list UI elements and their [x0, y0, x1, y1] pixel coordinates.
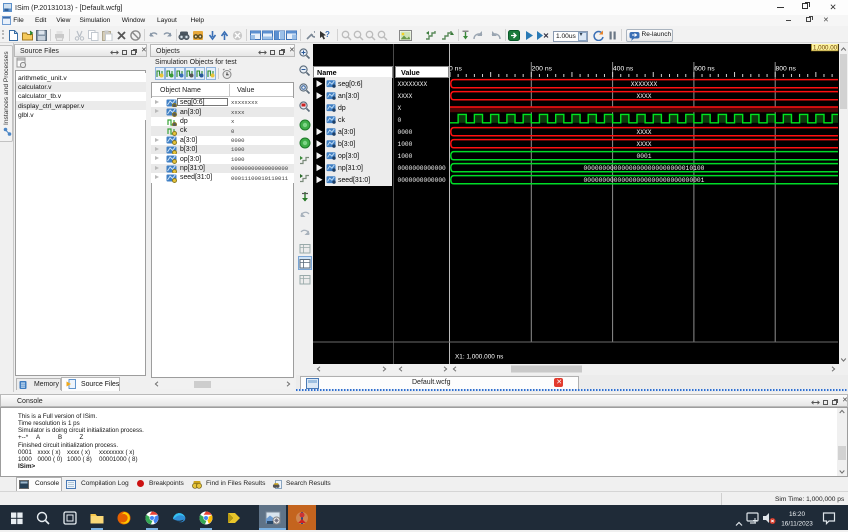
svg-text:0001: 0001	[636, 153, 651, 160]
svg-text:0: 0	[398, 117, 402, 124]
svg-text:XXXX: XXXX	[636, 141, 651, 148]
svg-text:16/11/2023: 16/11/2023	[781, 521, 813, 528]
svg-text:000000000000000000000000000000: 00000000000000000000000000000001	[584, 177, 705, 184]
svg-text:16:20: 16:20	[789, 511, 805, 518]
svg-text:800 ns: 800 ns	[776, 66, 797, 73]
svg-text:0000000000000: 0000000000000	[398, 177, 447, 184]
svg-text:Name: Name	[317, 68, 337, 77]
svg-text:0000000000000: 0000000000000	[398, 165, 447, 172]
svg-text:XXXX: XXXX	[636, 93, 651, 100]
svg-text:1,000.00: 1,000.00	[813, 44, 838, 51]
svg-text:np[31:0]: np[31:0]	[338, 165, 363, 172]
svg-text:XXXX: XXXX	[636, 129, 651, 136]
svg-text:XXXX: XXXX	[398, 93, 413, 100]
svg-text:1000: 1000	[398, 141, 413, 148]
svg-text:an[3:0]: an[3:0]	[338, 93, 359, 100]
svg-text:seed[31:0]: seed[31:0]	[338, 177, 370, 184]
svg-text:1000: 1000	[398, 153, 413, 160]
svg-text:Value: Value	[401, 68, 420, 77]
svg-text:b[3:0]: b[3:0]	[338, 141, 355, 148]
svg-text:0000: 0000	[398, 129, 413, 136]
svg-text:0 ns: 0 ns	[449, 66, 462, 73]
svg-text:XXXXXXXX: XXXXXXXX	[398, 81, 428, 88]
svg-text:000000000000000000000000000101: 00000000000000000000000000010100	[584, 165, 705, 172]
svg-text:seg[0:6]: seg[0:6]	[338, 81, 363, 88]
svg-text:400 ns: 400 ns	[613, 66, 634, 73]
svg-text:ck: ck	[338, 117, 345, 124]
svg-text:X1: 1,000.000 ns: X1: 1,000.000 ns	[455, 354, 503, 361]
svg-text:200 ns: 200 ns	[532, 66, 553, 73]
svg-text:?: ?	[325, 30, 330, 39]
svg-text:600 ns: 600 ns	[694, 66, 715, 73]
svg-text:dp: dp	[338, 105, 346, 112]
svg-text:a[3:0]: a[3:0]	[338, 129, 355, 136]
svg-text:XXXXXXX: XXXXXXX	[631, 81, 658, 88]
svg-text:op[3:0]: op[3:0]	[338, 153, 359, 160]
svg-text:X: X	[398, 105, 402, 112]
